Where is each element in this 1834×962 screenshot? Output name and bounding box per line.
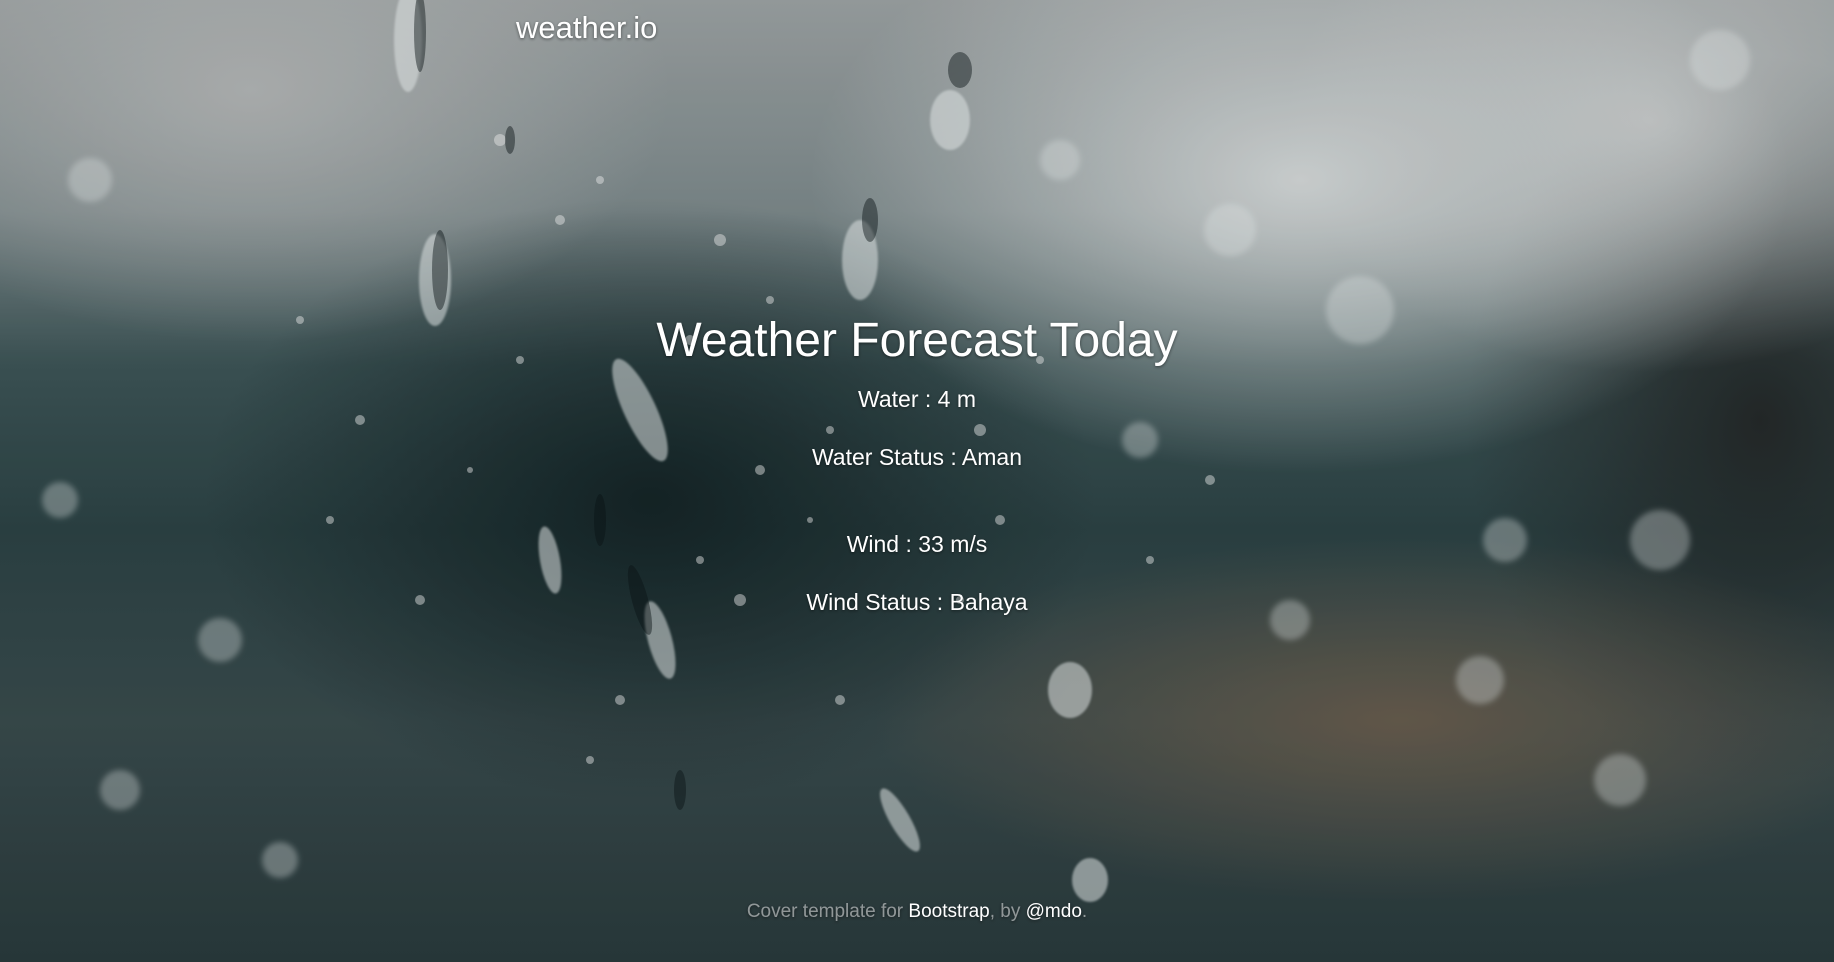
- page-title: Weather Forecast Today: [656, 314, 1178, 367]
- wind-status: Wind Status : Bahaya: [806, 589, 1028, 615]
- background-overlay: [0, 0, 1834, 962]
- water-status: Water Status : Aman: [811, 444, 1023, 470]
- footer: Cover template for Bootstrap, by @mdo.: [0, 901, 1834, 923]
- wind-speed: Wind : 33 m/s: [846, 531, 988, 557]
- footer-suffix: .: [1081, 901, 1088, 922]
- brand-logo[interactable]: weather.io: [516, 10, 657, 46]
- water-level: Water : 4 m: [858, 386, 976, 412]
- footer-prefix: Cover template for: [746, 901, 909, 922]
- bootstrap-link[interactable]: Bootstrap: [908, 901, 989, 922]
- footer-middle: , by: [989, 901, 1026, 922]
- author-link[interactable]: @mdo: [1026, 901, 1082, 922]
